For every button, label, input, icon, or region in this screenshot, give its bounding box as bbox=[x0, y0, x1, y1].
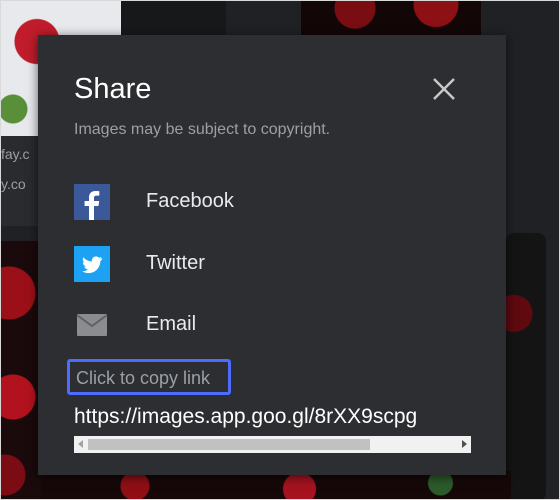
share-twitter-button[interactable]: Twitter bbox=[74, 246, 454, 284]
close-icon bbox=[433, 78, 455, 100]
facebook-icon bbox=[74, 184, 110, 220]
copyright-notice: Images may be subject to copyright. bbox=[74, 121, 331, 138]
background-image-red-roses[interactable] bbox=[41, 471, 511, 499]
background-caption: fay.c y.co bbox=[1, 136, 41, 226]
background-image[interactable] bbox=[506, 233, 546, 499]
share-dialog: Share Images may be subject to copyright… bbox=[38, 35, 506, 475]
share-url-field[interactable]: https://images.app.goo.gl/8rXX9scpg bbox=[74, 405, 471, 455]
email-label: Email bbox=[146, 313, 197, 335]
scroll-right-arrow-icon[interactable] bbox=[462, 440, 467, 448]
copy-link-button[interactable]: Click to copy link bbox=[67, 359, 231, 395]
scroll-left-arrow-icon[interactable] bbox=[78, 440, 83, 448]
background-image-red-roses[interactable] bbox=[301, 1, 481, 37]
caption-line: fay.c bbox=[1, 146, 30, 162]
twitter-label: Twitter bbox=[146, 252, 205, 274]
background-image[interactable] bbox=[121, 1, 226, 37]
email-icon bbox=[76, 314, 108, 336]
dialog-title: Share bbox=[74, 73, 152, 105]
horizontal-scrollbar[interactable] bbox=[74, 436, 471, 453]
close-button[interactable] bbox=[428, 73, 460, 105]
background-image-red-roses[interactable] bbox=[1, 241, 41, 499]
scroll-thumb[interactable] bbox=[88, 439, 370, 450]
share-email-button[interactable]: Email bbox=[74, 307, 454, 345]
caption-line: y.co bbox=[1, 176, 26, 192]
facebook-label: Facebook bbox=[146, 190, 234, 212]
share-facebook-button[interactable]: Facebook bbox=[74, 184, 454, 222]
screen: fay.c y.co Share Images may be subject t… bbox=[0, 0, 560, 500]
twitter-icon bbox=[74, 246, 110, 282]
copy-link-label: Click to copy link bbox=[76, 368, 211, 388]
share-url[interactable]: https://images.app.goo.gl/8rXX9scpg bbox=[74, 405, 471, 433]
